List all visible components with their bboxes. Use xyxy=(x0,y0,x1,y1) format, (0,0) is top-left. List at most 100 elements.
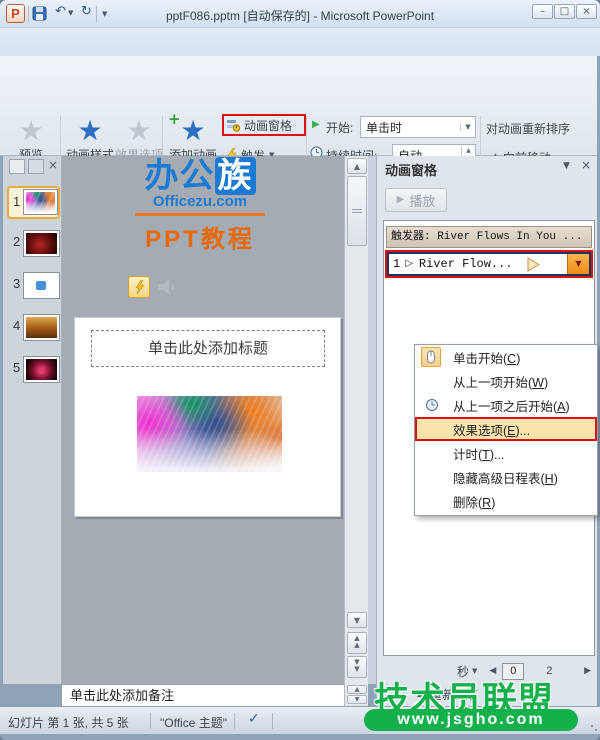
up-arrow-icon: ▲ xyxy=(354,641,360,649)
animation-order-number: 1 xyxy=(393,257,401,271)
notes-scroll-up-icon[interactable]: ▲ xyxy=(347,685,367,694)
spin-up-icon[interactable]: ▲ xyxy=(462,146,475,155)
editor-vertical-scrollbar[interactable]: ▲ ▼ ▲ ▲ ▼ ▼ xyxy=(344,156,368,684)
start-label: 开始: xyxy=(326,121,354,135)
undo-dropdown-arrow[interactable]: ▼ xyxy=(68,10,73,17)
animation-item-selected[interactable]: 1 ▷ River Flow... ▼ xyxy=(385,250,593,278)
watermark-divider xyxy=(135,213,265,216)
muted-speaker-icon[interactable] xyxy=(156,277,178,297)
play-button-disabled: ▶ 播放 xyxy=(385,188,447,212)
slide-number: 5 xyxy=(13,360,21,375)
menu-item-label: 效果选项(E)... xyxy=(453,423,531,438)
item-dropdown-button[interactable]: ▼ xyxy=(567,254,589,274)
redo-button[interactable]: ↻ xyxy=(78,5,95,22)
chevron-down-icon: ▼ xyxy=(460,123,475,131)
resize-grip[interactable] xyxy=(590,724,598,732)
watermark-site: Officezu.com xyxy=(152,193,248,210)
powerpoint-window: P ↶ ▼ ↻ ▼ pptF086.pptm [自动保存的] - Microso… xyxy=(0,0,600,740)
scroll-up-button[interactable]: ▲ xyxy=(347,158,367,174)
notes-scrollbar[interactable]: ▲ ▼ xyxy=(344,684,368,706)
effect-options-star-icon: ★ xyxy=(126,114,152,147)
mouse-click-icon xyxy=(421,347,441,367)
next-slide-button[interactable]: ▼ ▼ xyxy=(347,656,367,678)
menu-item-timing[interactable]: 计时(T)... xyxy=(415,441,597,465)
scroll-down-button[interactable]: ▼ xyxy=(347,612,367,628)
animation-pane-label: 动画窗格 xyxy=(244,118,293,133)
timeline-right-arrow[interactable]: ▶ xyxy=(584,666,591,676)
slide-thumbnail-image xyxy=(23,230,60,257)
menu-item-hide-advanced-timeline[interactable]: 隐藏高级日程表(H) xyxy=(415,465,597,489)
divider xyxy=(272,713,273,729)
officezu-watermark: 办公族 Officezu.com PPT教程 xyxy=(100,156,300,254)
slide-number: 2 xyxy=(13,234,21,249)
start-value: 单击时 xyxy=(366,120,403,135)
slide-number: 4 xyxy=(13,318,21,333)
slide-thumbnail[interactable]: 3 xyxy=(7,270,60,301)
slide-thumbnail[interactable]: 4 xyxy=(7,312,60,343)
animation-pane: 动画窗格 ▼ × ▶ 播放 触发器: River Flows In You ..… xyxy=(376,156,598,706)
close-pane-icon[interactable]: × xyxy=(581,159,591,171)
slide-thumbnail[interactable]: 2 xyxy=(7,228,60,259)
undo-button[interactable]: ↶ xyxy=(52,5,69,22)
notes-pane[interactable]: 单击此处添加备注 xyxy=(62,684,344,706)
menu-item-start-on-click[interactable]: 单击开始(C) xyxy=(415,345,597,369)
slide-thumbnail[interactable]: 5 xyxy=(7,354,60,385)
minimize-button[interactable]: – xyxy=(532,4,553,19)
spell-check-icon[interactable]: ✓ xyxy=(248,712,260,726)
slides-tab-icon[interactable] xyxy=(9,159,25,174)
plus-icon: + xyxy=(168,110,181,128)
slide-picture[interactable] xyxy=(137,396,282,472)
divider xyxy=(150,713,151,729)
animation-styles-star-icon: ★ xyxy=(77,114,103,147)
save-icon xyxy=(32,6,47,21)
jsgho-watermark-url: www.jsgho.com xyxy=(364,709,578,731)
slide-info: 幻灯片 第 1 张, 共 5 张 xyxy=(8,716,129,730)
divider xyxy=(96,6,97,22)
watermark-text: 办公 xyxy=(144,157,215,195)
restore-button[interactable]: □ xyxy=(554,4,575,19)
ribbon: ★ 预览 ▼ 预览 ★ 动画样式 ▼ ★ 效果选项 ▼ 动画 ★ + 添加动画 … xyxy=(0,56,597,207)
watermark-text: 族 xyxy=(214,157,256,195)
notes-scroll-down-icon[interactable]: ▼ xyxy=(347,695,367,704)
previous-slide-button[interactable]: ▲ ▲ xyxy=(347,632,367,654)
title-bar: P ↶ ▼ ↻ ▼ pptF086.pptm [自动保存的] - Microso… xyxy=(0,0,600,28)
title-placeholder[interactable]: 单击此处添加标题 xyxy=(91,330,325,367)
trigger-group-header: 触发器: River Flows In You ... xyxy=(386,226,592,248)
reorder-title: 对动画重新排序 xyxy=(486,122,571,136)
close-button[interactable]: × xyxy=(576,4,597,19)
menu-item-label: 删除(R) xyxy=(453,495,496,510)
animation-item-context-menu: 单击开始(C) 从上一项开始(W) 从上一项之后开始(A) 效果选项(E)... xyxy=(414,344,598,516)
slide-thumbnail-image xyxy=(23,272,60,299)
clock-icon xyxy=(426,399,438,411)
close-panel-icon[interactable]: × xyxy=(48,159,58,171)
menu-item-start-after-previous[interactable]: 从上一项之后开始(A) xyxy=(415,393,597,417)
slides-thumbnail-panel: × 1 2 3 4 5 xyxy=(3,156,62,684)
on-click-trigger-icon: ▷ xyxy=(405,258,413,269)
animation-pane-button[interactable]: 动画窗格 xyxy=(222,114,306,136)
animation-pane-title: 动画窗格 xyxy=(385,163,438,178)
powerpoint-app-icon[interactable]: P xyxy=(6,4,25,23)
ribbon-tab-row: 文件 开始 插入 设计 切换 动画 幻灯片放映 审阅 视图 加载项 ^ ? xyxy=(0,28,600,83)
outline-tab-icon[interactable] xyxy=(28,159,44,174)
play-label: 播放 xyxy=(409,193,436,209)
pane-menu-arrow-icon[interactable]: ▼ xyxy=(563,162,570,171)
scrollbar-thumb[interactable] xyxy=(347,176,367,246)
save-button[interactable] xyxy=(32,6,47,26)
divider xyxy=(234,713,235,729)
theme-name[interactable]: "Office 主题" xyxy=(160,714,227,731)
slide-number: 3 xyxy=(13,276,21,291)
menu-item-start-with-previous[interactable]: 从上一项开始(W) xyxy=(415,369,597,393)
start-combobox[interactable]: 单击时 ▼ xyxy=(360,116,476,138)
menu-item-remove[interactable]: 删除(R) xyxy=(415,489,597,513)
slide-thumbnail-image xyxy=(23,314,60,341)
slide-editing-surface[interactable]: 单击此处添加标题 xyxy=(74,317,341,517)
menu-item-effect-options[interactable]: 效果选项(E)... xyxy=(415,417,597,441)
divider xyxy=(28,6,29,22)
animation-list: 触发器: River Flows In You ... 1 ▷ River Fl… xyxy=(383,220,598,656)
slide-thumbnail-selected[interactable]: 1 xyxy=(7,186,60,219)
customize-qat-arrow[interactable]: ▼ xyxy=(102,11,107,18)
trigger-animation-marker[interactable] xyxy=(128,276,150,298)
pane-splitter[interactable] xyxy=(368,156,376,684)
trigger-play-shape-icon xyxy=(527,256,540,272)
menu-item-label: 从上一项开始(W) xyxy=(453,375,549,390)
